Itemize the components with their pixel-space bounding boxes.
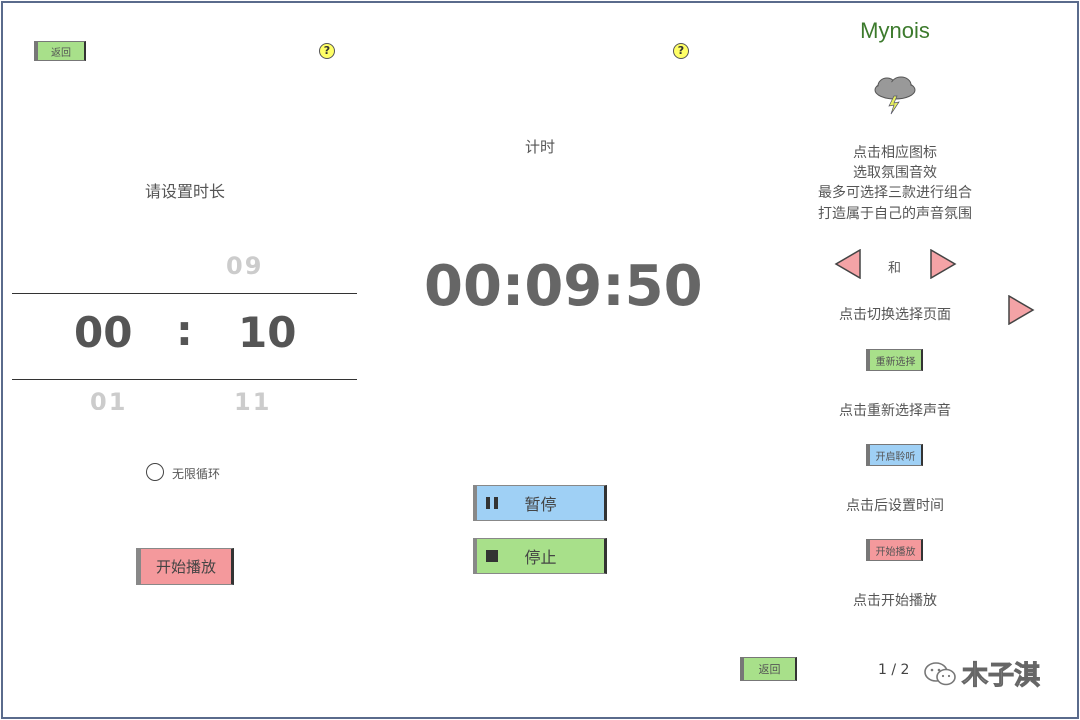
back-button-bottom[interactable]: 返回 (740, 657, 797, 681)
timer-display: 00:09:50 (424, 254, 703, 319)
instruction-line-1: 点击相应图标 (853, 145, 937, 161)
help-icon-timer[interactable]: ? (673, 43, 689, 59)
picker-minutes[interactable]: 00 (74, 308, 132, 357)
app-title: Mynois (860, 18, 930, 43)
listen-button-label: 开启聆听 (875, 451, 916, 463)
watermark-text: 木子淇 (961, 661, 1041, 692)
picker-separator: : (176, 306, 193, 355)
start-play-label: 开始播放 (155, 558, 216, 576)
listen-text: 点击后设置时间 (846, 498, 944, 514)
stop-icon (477, 549, 507, 563)
help-icon[interactable]: ? (319, 43, 335, 59)
reselect-button-label: 重新选择 (875, 356, 916, 368)
picker-bottom-divider (12, 379, 357, 380)
start-hint-button-label: 开始播放 (875, 546, 916, 558)
start-play-button[interactable]: 开始播放 (136, 548, 234, 585)
start-text: 点击开始播放 (853, 593, 937, 609)
instruction-line-3: 最多可选择三款进行组合 (818, 185, 972, 201)
stop-button[interactable]: 停止 (473, 538, 607, 574)
picker-above-seconds: 09 (226, 252, 264, 280)
stop-label: 停止 (524, 548, 557, 567)
instruction-line-4: 打造属于自己的声音氛围 (818, 206, 972, 222)
pause-button[interactable]: 暂停 (473, 485, 607, 521)
loop-label: 无限循环 (172, 467, 221, 481)
watermark: 木子淇 (922, 655, 1041, 692)
switch-page-text: 点击切换选择页面 (839, 307, 951, 323)
picker-below-seconds: 11 (234, 388, 272, 410)
picker-below-minutes: 01 (90, 388, 128, 410)
instruction-line-2: 选取氛围音效 (853, 165, 937, 181)
back-button[interactable]: 返回 (34, 41, 86, 61)
reselect-button[interactable]: 重新选择 (866, 349, 923, 371)
next-page-arrow-icon[interactable] (1007, 294, 1035, 326)
back-button-label: 返回 (51, 47, 71, 59)
arrow-left-icon[interactable] (834, 248, 861, 280)
help-icon-timer-label: ? (677, 44, 685, 57)
pause-icon (477, 496, 507, 510)
loop-radio[interactable] (146, 463, 164, 481)
listen-button[interactable]: 开启聆听 (866, 444, 923, 466)
pause-label: 暂停 (524, 495, 557, 514)
reselect-text: 点击重新选择声音 (839, 403, 951, 419)
back-button-bottom-label: 返回 (758, 663, 781, 676)
help-icon-label: ? (323, 44, 331, 57)
and-label: 和 (888, 261, 902, 276)
timer-title: 计时 (524, 138, 555, 156)
thunder-cloud-icon (870, 76, 920, 116)
duration-prompt: 请设置时长 (144, 182, 225, 201)
arrow-right-icon[interactable] (929, 248, 957, 280)
picker-top-divider (12, 293, 357, 294)
start-hint-button[interactable]: 开始播放 (866, 539, 923, 561)
page-indicator: 1 / 2 (878, 662, 910, 678)
picker-seconds[interactable]: 10 (238, 308, 296, 357)
wechat-icon (924, 661, 956, 685)
